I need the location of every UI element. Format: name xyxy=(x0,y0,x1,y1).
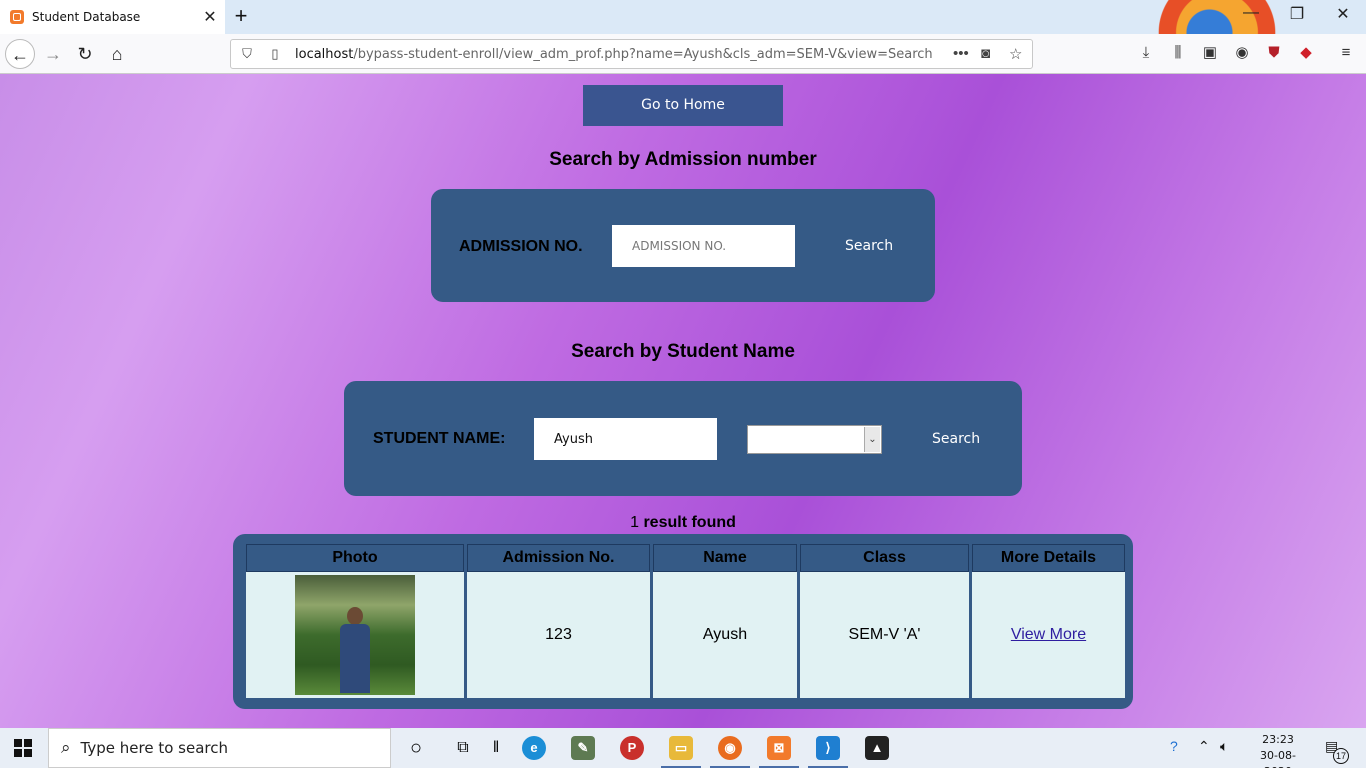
admission-no-cell: 123 xyxy=(467,572,650,698)
view-more-link[interactable]: View More xyxy=(1011,626,1086,643)
browser-nav-bar: ← → ↻ ⌂ ⛉ ▯ localhost/bypass-student-enr… xyxy=(0,34,1366,74)
header-more-details: More Details xyxy=(972,544,1125,572)
windows-taskbar: ⌕ Type here to search ○ ⧉ ‖ e ✎ P ▭ ◉ ⊠ … xyxy=(0,728,1366,768)
name-search-title: Search by Student Name xyxy=(571,341,795,362)
photo-cell xyxy=(246,572,464,698)
account-icon[interactable]: ◉ xyxy=(1232,43,1252,63)
task-view-icon[interactable]: ⧉ xyxy=(451,736,475,760)
edge-icon[interactable]: e xyxy=(522,736,546,760)
results-table-container: Photo Admission No. Name Class More Deta… xyxy=(233,534,1133,709)
clock-date: 30-08-2020 xyxy=(1260,749,1296,768)
evernote-icon[interactable]: ✎ xyxy=(571,736,595,760)
table-header-row: Photo Admission No. Name Class More Deta… xyxy=(246,544,1125,572)
clock-time: 23:23 xyxy=(1262,733,1294,746)
admission-input[interactable] xyxy=(612,225,795,267)
url-host: localhost xyxy=(295,46,354,62)
class-select[interactable]: ⌄ xyxy=(747,425,882,454)
go-to-home-button[interactable]: Go to Home xyxy=(583,85,783,126)
extension-icon[interactable]: ◆ xyxy=(1296,43,1316,63)
search-icon: ⌕ xyxy=(61,738,71,757)
table-row: 123 Ayush SEM-V 'A' View More xyxy=(246,572,1125,698)
reload-button[interactable]: ↻ xyxy=(70,39,100,69)
xampp-icon[interactable]: ⊠ xyxy=(759,736,799,768)
back-button[interactable]: ← xyxy=(5,39,35,69)
browser-tab-bar: Student Database ✕ + — ❐ ✕ xyxy=(0,0,1366,82)
window-close-icon[interactable]: ✕ xyxy=(1328,4,1358,24)
vscode-icon[interactable]: ⟩ xyxy=(808,736,848,768)
header-photo: Photo xyxy=(246,544,464,572)
home-icon[interactable]: ⌂ xyxy=(102,39,132,69)
address-bar[interactable]: ⛉ ▯ localhost/bypass-student-enroll/view… xyxy=(230,39,1033,69)
windows-start-icon[interactable] xyxy=(14,739,32,757)
pocket-icon[interactable]: ◙ xyxy=(981,45,990,62)
photos-icon[interactable]: ▲ xyxy=(865,736,889,760)
postman-icon[interactable]: P xyxy=(620,736,644,760)
result-count: 1 result found xyxy=(0,514,1366,532)
browser-tab[interactable]: Student Database ✕ xyxy=(0,0,225,34)
forward-button[interactable]: → xyxy=(38,39,68,69)
ublock-icon[interactable]: ⛊ xyxy=(1264,43,1284,63)
chevron-down-icon: ⌄ xyxy=(864,427,880,452)
results-table: Photo Admission No. Name Class More Deta… xyxy=(243,544,1128,698)
admission-search-panel: ADMISSION NO. Search xyxy=(431,189,935,302)
header-name: Name xyxy=(653,544,797,572)
divider-icon: ‖ xyxy=(492,739,500,756)
header-admission-no: Admission No. xyxy=(467,544,650,572)
tab-title: Student Database xyxy=(32,10,141,24)
firefox-taskbar-icon[interactable]: ◉ xyxy=(710,736,750,768)
notification-count: 17 xyxy=(1333,748,1349,764)
name-search-panel: STUDENT NAME: ⌄ Search xyxy=(344,381,1022,496)
student-photo xyxy=(295,575,415,695)
admission-label: ADMISSION NO. xyxy=(459,238,583,255)
xampp-favicon-icon xyxy=(10,10,24,24)
menu-icon[interactable]: ≡ xyxy=(1336,43,1356,63)
bookmark-star-icon[interactable]: ☆ xyxy=(1009,45,1022,63)
class-cell: SEM-V 'A' xyxy=(800,572,969,698)
name-cell: Ayush xyxy=(653,572,797,698)
header-class: Class xyxy=(800,544,969,572)
new-tab-button[interactable]: + xyxy=(230,4,252,28)
chevron-up-icon[interactable]: ⌃ xyxy=(1198,738,1210,755)
volume-icon[interactable]: 🔈︎ xyxy=(1220,738,1228,755)
minimize-icon[interactable]: — xyxy=(1236,4,1266,22)
sidebar-icon[interactable]: ▣ xyxy=(1200,43,1220,63)
restore-icon[interactable]: ❐ xyxy=(1282,4,1312,24)
library-icon[interactable]: ⫼ xyxy=(1168,43,1188,63)
cortana-icon[interactable]: ○ xyxy=(404,736,428,760)
page-info-icon[interactable]: ▯ xyxy=(267,46,283,62)
shield-icon[interactable]: ⛉ xyxy=(239,46,255,62)
help-icon[interactable]: ? xyxy=(1170,738,1178,754)
admission-search-title: Search by Admission number xyxy=(549,149,817,170)
page-actions-icon[interactable]: ••• xyxy=(953,45,969,62)
admission-search-button[interactable]: Search xyxy=(845,238,893,254)
result-count-text: result found xyxy=(643,514,736,531)
more-details-cell: View More xyxy=(972,572,1125,698)
name-search-button[interactable]: Search xyxy=(932,431,980,447)
clock[interactable]: 23:23 30-08-2020 xyxy=(1248,732,1308,768)
download-icon[interactable]: ⤓ xyxy=(1136,43,1156,63)
taskbar-search-placeholder: Type here to search xyxy=(80,739,228,757)
page-content: Go to Home Search by Admission number AD… xyxy=(0,74,1366,728)
url-path: /bypass-student-enroll/view_adm_prof.php… xyxy=(353,46,933,62)
tab-close-icon[interactable]: ✕ xyxy=(195,7,225,27)
result-count-number: 1 xyxy=(630,514,639,531)
student-name-label: STUDENT NAME: xyxy=(373,430,506,447)
taskbar-search[interactable]: ⌕ Type here to search xyxy=(48,728,391,768)
file-explorer-icon[interactable]: ▭ xyxy=(661,736,701,768)
student-name-input[interactable] xyxy=(534,418,717,460)
